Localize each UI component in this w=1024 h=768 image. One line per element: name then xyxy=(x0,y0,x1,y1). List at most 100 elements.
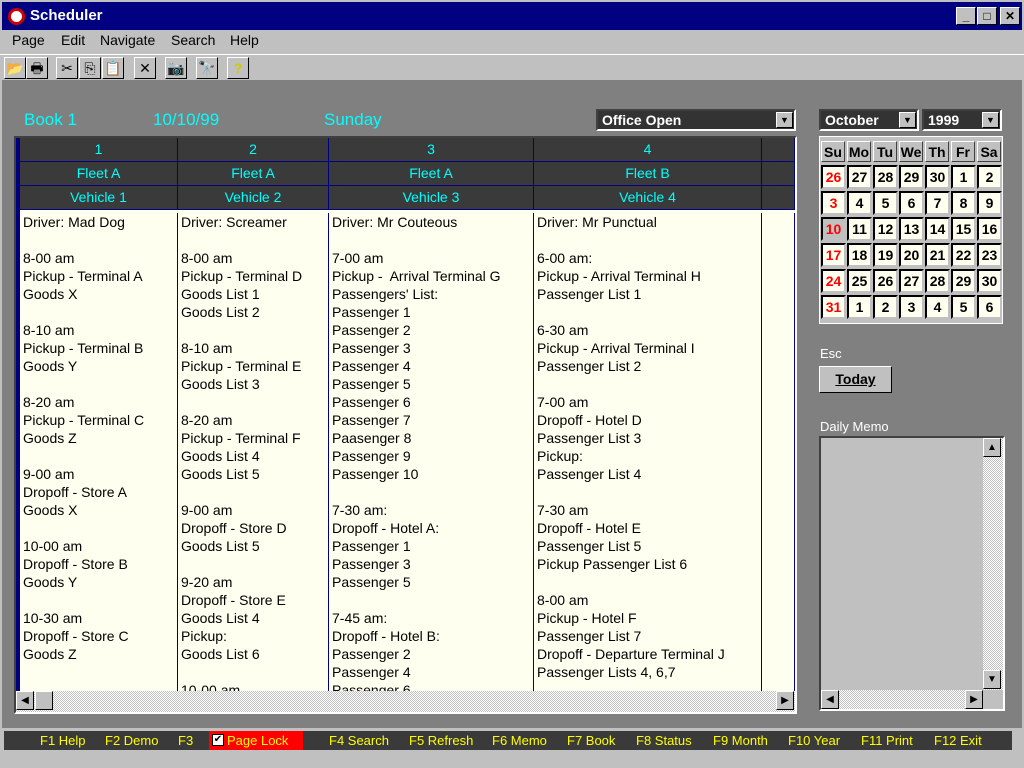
calendar-day[interactable]: 16 xyxy=(977,217,1002,241)
calendar-day[interactable]: 19 xyxy=(873,243,898,267)
calendar-day[interactable]: 6 xyxy=(899,191,924,215)
menu-edit[interactable]: Edit xyxy=(61,32,85,48)
camera-button[interactable]: 📷 xyxy=(165,57,187,79)
fkey-f4[interactable]: F4 Search xyxy=(329,733,389,748)
calendar-day[interactable]: 27 xyxy=(899,269,924,293)
calendar-day[interactable]: 9 xyxy=(977,191,1002,215)
calendar-day[interactable]: 7 xyxy=(925,191,950,215)
column-header-vehicle[interactable]: Vehicle 2 xyxy=(178,186,329,210)
calendar-day[interactable]: 3 xyxy=(821,191,846,215)
menu-page[interactable]: Page xyxy=(12,32,45,48)
calendar-day[interactable]: 24 xyxy=(821,269,846,293)
calendar-day[interactable]: 25 xyxy=(847,269,872,293)
schedule-column[interactable]: Driver: Mad Dog 8-00 am Pickup - Terminal … xyxy=(20,213,178,693)
calendar-day[interactable]: 26 xyxy=(873,269,898,293)
calendar-day[interactable]: 28 xyxy=(873,165,898,189)
scroll-down-button[interactable]: ▼ xyxy=(983,670,1001,689)
menu-navigate[interactable]: Navigate xyxy=(100,32,155,48)
memo-horizontal-scrollbar[interactable]: ◀ ▶ xyxy=(821,690,983,709)
memo-vertical-scrollbar[interactable]: ▲ ▼ xyxy=(983,438,1003,690)
fkey-f7[interactable]: F7 Book xyxy=(567,733,615,748)
maximize-button[interactable]: □ xyxy=(977,7,997,25)
scroll-up-button[interactable]: ▲ xyxy=(983,438,1001,457)
chevron-down-icon[interactable]: ▼ xyxy=(776,112,793,128)
column-header-fleet[interactable]: Fleet A xyxy=(20,162,178,186)
horizontal-scrollbar[interactable]: ◀ ▶ xyxy=(16,691,795,712)
calendar-day[interactable]: 13 xyxy=(899,217,924,241)
print-button[interactable]: 🖶 xyxy=(26,57,48,79)
menu-help[interactable]: Help xyxy=(230,32,259,48)
binoculars-button[interactable]: 🔭 xyxy=(196,57,218,79)
calendar-day[interactable]: 20 xyxy=(899,243,924,267)
column-header-vehicle[interactable]: Vehicle 3 xyxy=(329,186,534,210)
scroll-right-button[interactable]: ▶ xyxy=(965,690,983,709)
calendar-day[interactable]: 26 xyxy=(821,165,846,189)
office-status-select[interactable]: Office Open ▼ xyxy=(596,109,796,131)
calendar-day[interactable]: 1 xyxy=(847,295,872,319)
column-header-fleet[interactable]: Fleet B xyxy=(534,162,762,186)
column-header-fleet[interactable]: Fleet A xyxy=(178,162,329,186)
calendar-day[interactable]: 12 xyxy=(873,217,898,241)
calendar-day[interactable]: 23 xyxy=(977,243,1002,267)
fkey-f9[interactable]: F9 Month xyxy=(713,733,768,748)
fkey-f10[interactable]: F10 Year xyxy=(788,733,840,748)
calendar-day[interactable]: 5 xyxy=(873,191,898,215)
schedule-column[interactable]: Driver: Screamer 8-00 am Pickup - Terminal… xyxy=(178,213,329,693)
calendar-day[interactable]: 30 xyxy=(925,165,950,189)
calendar-day[interactable]: 2 xyxy=(873,295,898,319)
delete-button[interactable]: ✕ xyxy=(134,57,156,79)
page-lock-checkbox[interactable]: ✔ xyxy=(212,734,224,746)
scroll-left-button[interactable]: ◀ xyxy=(821,690,839,709)
calendar-day[interactable]: 8 xyxy=(951,191,976,215)
column-header-num[interactable]: 3 xyxy=(329,138,534,162)
calendar-day[interactable]: 10 xyxy=(821,217,846,241)
fkey-f11[interactable]: F11 Print xyxy=(861,733,913,748)
column-header-fleet[interactable]: Fleet A xyxy=(329,162,534,186)
fkey-f2[interactable]: F2 Demo xyxy=(105,733,158,748)
calendar-day[interactable]: 1 xyxy=(951,165,976,189)
scroll-right-button[interactable]: ▶ xyxy=(776,691,794,710)
schedule-column[interactable] xyxy=(762,213,795,693)
column-header-vehicle[interactable]: Vehicle 4 xyxy=(534,186,762,210)
schedule-column[interactable]: Driver: Mr Punctual 6-00 am: Pickup - Arri… xyxy=(534,213,762,693)
chevron-down-icon[interactable]: ▼ xyxy=(899,112,916,128)
minimize-button[interactable]: _ xyxy=(956,7,976,25)
fkey-f6[interactable]: F6 Memo xyxy=(492,733,547,748)
calendar-day[interactable]: 4 xyxy=(847,191,872,215)
column-header-num[interactable]: 4 xyxy=(534,138,762,162)
open-folder-button[interactable]: 📂 xyxy=(4,57,26,79)
calendar-day[interactable]: 29 xyxy=(899,165,924,189)
scroll-thumb[interactable] xyxy=(35,691,53,710)
cut-button[interactable]: ✂ xyxy=(56,57,78,79)
menu-search[interactable]: Search xyxy=(171,32,215,48)
scroll-left-button[interactable]: ◀ xyxy=(16,691,34,710)
today-button[interactable]: Today xyxy=(819,366,892,393)
calendar-day[interactable]: 11 xyxy=(847,217,872,241)
help-button[interactable]: ? xyxy=(227,57,249,79)
calendar-day[interactable]: 17 xyxy=(821,243,846,267)
calendar-day[interactable]: 21 xyxy=(925,243,950,267)
calendar-day[interactable]: 22 xyxy=(951,243,976,267)
year-select[interactable]: 1999 ▼ xyxy=(922,109,1002,131)
paste-button[interactable]: 📋 xyxy=(102,57,124,79)
column-header-num[interactable]: 1 xyxy=(20,138,178,162)
calendar-day[interactable]: 3 xyxy=(899,295,924,319)
calendar-day[interactable]: 29 xyxy=(951,269,976,293)
page-lock-toggle[interactable]: ✔ Page Lock xyxy=(209,731,303,750)
fkey-f8[interactable]: F8 Status xyxy=(636,733,692,748)
fkey-f3[interactable]: F3 xyxy=(178,733,193,748)
calendar-day[interactable]: 28 xyxy=(925,269,950,293)
chevron-down-icon[interactable]: ▼ xyxy=(982,112,999,128)
calendar-day[interactable]: 30 xyxy=(977,269,1002,293)
calendar-day[interactable]: 4 xyxy=(925,295,950,319)
calendar-day[interactable]: 14 xyxy=(925,217,950,241)
fkey-f1[interactable]: F1 Help xyxy=(40,733,86,748)
month-select[interactable]: October ▼ xyxy=(819,109,919,131)
calendar-day[interactable]: 31 xyxy=(821,295,846,319)
calendar-day[interactable]: 5 xyxy=(951,295,976,319)
calendar-day[interactable]: 2 xyxy=(977,165,1002,189)
column-header-vehicle[interactable]: Vehicle 1 xyxy=(20,186,178,210)
schedule-column[interactable]: Driver: Mr Couteous 7-00 am Pickup - Arriv… xyxy=(329,213,534,693)
daily-memo-textarea[interactable]: ▲ ▼ ◀ ▶ xyxy=(819,436,1005,711)
close-button[interactable]: ✕ xyxy=(1000,7,1020,25)
